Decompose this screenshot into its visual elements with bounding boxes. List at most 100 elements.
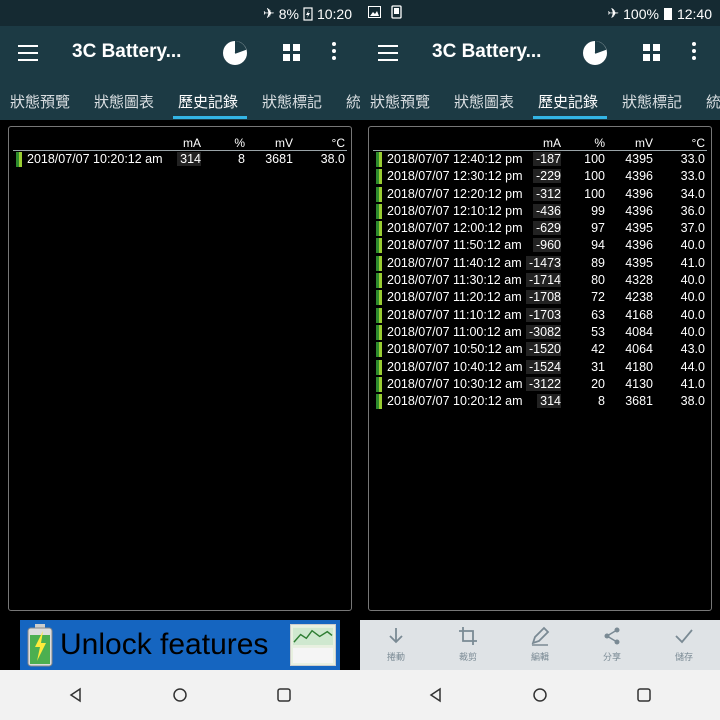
tab-statistics[interactable]: 統 (346, 91, 360, 112)
col-percent: % (594, 136, 605, 150)
tab-status-chart[interactable]: 狀態圖表 (454, 91, 514, 112)
recents-icon[interactable] (276, 687, 292, 703)
airplane-icon: ✈ (607, 5, 620, 21)
row-mv: 4328 (625, 273, 653, 288)
tab-indicator (173, 116, 247, 119)
share-button[interactable]: 分享 (587, 626, 637, 663)
row-mv: 4130 (625, 376, 653, 391)
row-mv: 4395 (625, 255, 653, 270)
tab-status-chart[interactable]: 狀態圖表 (94, 91, 154, 112)
crop-button[interactable]: 裁剪 (443, 626, 493, 663)
row-temp: 40.0 (680, 290, 705, 305)
row-percent: 63 (591, 307, 605, 322)
pie-chart-icon[interactable] (222, 40, 248, 66)
recents-icon[interactable] (636, 687, 652, 703)
home-icon[interactable] (172, 687, 188, 703)
row-ma: -229 (532, 169, 561, 184)
row-percent: 31 (591, 359, 605, 374)
row-marker (376, 290, 382, 306)
crop-icon (459, 627, 477, 645)
row-marker (376, 169, 382, 185)
history-row[interactable]: 2018/07/07 12:20:12 pm -312 100 4396 34.0 (373, 186, 707, 203)
tab-history[interactable]: 歷史記錄 (178, 91, 238, 112)
history-row[interactable]: 2018/07/07 10:20:12 am 314 8 3681 38.0 (373, 393, 707, 410)
row-temp: 38.0 (320, 152, 345, 166)
col-ma: mA (183, 136, 201, 150)
tab-statistics[interactable]: 統 (706, 91, 720, 112)
row-percent: 20 (591, 376, 605, 391)
grid-view-icon[interactable] (643, 44, 661, 62)
ad-banner[interactable]: Unlock features (20, 620, 340, 670)
row-datetime: 2018/07/07 12:00:12 pm (387, 221, 523, 236)
row-ma: -1714 (526, 273, 561, 288)
row-temp: 41.0 (680, 376, 705, 391)
table-header: mA % mV °C (13, 135, 347, 151)
row-datetime: 2018/07/07 11:00:12 am (387, 324, 522, 339)
tab-status-markers[interactable]: 狀態標記 (622, 91, 682, 112)
tab-status-markers[interactable]: 狀態標記 (262, 91, 322, 112)
row-percent: 8 (238, 152, 245, 166)
row-datetime: 2018/07/07 11:50:12 am (387, 238, 522, 253)
row-temp: 37.0 (680, 221, 705, 236)
tab-status-overview[interactable]: 狀態預覽 (370, 91, 430, 112)
edit-button[interactable]: 編輯 (515, 626, 565, 663)
more-options-icon[interactable] (331, 42, 337, 64)
battery-percent: 100% (623, 5, 659, 22)
menu-icon[interactable] (18, 45, 38, 61)
back-icon[interactable] (428, 687, 444, 703)
row-mv: 4396 (625, 169, 653, 184)
row-datetime: 2018/07/07 11:10:12 am (387, 307, 522, 322)
more-options-icon[interactable] (691, 42, 697, 64)
home-icon[interactable] (532, 687, 548, 703)
row-mv: 4396 (625, 203, 653, 218)
airplane-icon: ✈ (262, 5, 275, 21)
col-mv: mV (275, 136, 293, 150)
scroll-capture-button[interactable]: 捲動 (371, 626, 421, 663)
history-row[interactable]: 2018/07/07 10:40:12 am -1524 31 4180 44.0 (373, 359, 707, 376)
phone-icon (391, 5, 402, 19)
row-ma: -629 (532, 221, 561, 236)
tab-status-overview[interactable]: 狀態預覽 (10, 91, 70, 112)
menu-icon[interactable] (378, 45, 398, 61)
history-row[interactable]: 2018/07/07 12:00:12 pm -629 97 4395 37.0 (373, 220, 707, 237)
row-ma: -436 (532, 203, 561, 218)
history-row[interactable]: 2018/07/07 10:30:12 am -3122 20 4130 41.0 (373, 376, 707, 393)
row-ma: -1524 (526, 359, 561, 374)
row-temp: 33.0 (680, 152, 705, 166)
history-row[interactable]: 2018/07/07 11:20:12 am -1708 72 4238 40.0 (373, 289, 707, 306)
tab-bar: 狀態預覽 狀態圖表 歷史記錄 狀態標記 統 (0, 80, 360, 120)
history-row[interactable]: 2018/07/07 11:30:12 am -1714 80 4328 40.0 (373, 272, 707, 289)
system-nav-bar (360, 670, 720, 720)
left-screen: ✈ 8% 10:20 3C Battery... 狀態預覽 狀態圖表 歷史記錄 … (0, 0, 360, 720)
row-percent: 42 (591, 342, 605, 357)
back-icon[interactable] (68, 687, 84, 703)
pie-chart-icon[interactable] (582, 40, 608, 66)
history-row[interactable]: 2018/07/07 12:40:12 pm -187 100 4395 33.0 (373, 151, 707, 168)
history-row[interactable]: 2018/07/07 12:30:12 pm -229 100 4396 33.0 (373, 168, 707, 185)
row-percent: 94 (591, 238, 605, 253)
save-button[interactable]: 儲存 (659, 626, 709, 663)
grid-view-icon[interactable] (283, 44, 301, 62)
check-icon (675, 629, 693, 644)
row-ma: -3122 (526, 376, 561, 391)
history-row[interactable]: 2018/07/07 12:10:12 pm -436 99 4396 36.0 (373, 203, 707, 220)
col-mv: mV (635, 136, 653, 150)
history-panel: mA % mV °C 2018/07/07 10:20:12 am 314 8 368… (8, 126, 352, 611)
status-bar: ✈ 8% 10:20 (0, 0, 360, 26)
col-ma: mA (543, 136, 561, 150)
row-mv: 4168 (625, 307, 653, 322)
row-temp: 34.0 (680, 186, 705, 201)
row-percent: 99 (591, 203, 605, 218)
row-datetime: 2018/07/07 12:30:12 pm (387, 169, 523, 184)
history-row[interactable]: 2018/07/07 11:40:12 am -1473 89 4395 41.0 (373, 255, 707, 272)
history-row[interactable]: 2018/07/07 11:50:12 am -960 94 4396 40.0 (373, 237, 707, 254)
row-percent: 53 (591, 324, 605, 339)
history-row[interactable]: 2018/07/07 10:50:12 am -1520 42 4064 43.0 (373, 341, 707, 358)
row-datetime: 2018/07/07 10:20:12 am (387, 394, 523, 409)
history-row[interactable]: 2018/07/07 11:00:12 am -3082 53 4084 40.0 (373, 324, 707, 341)
history-row[interactable]: 2018/07/07 11:10:12 am -1703 63 4168 40.0 (373, 307, 707, 324)
row-mv: 4084 (625, 324, 653, 339)
history-row[interactable]: 2018/07/07 10:20:12 am 314 8 3681 38.0 (13, 151, 347, 168)
tab-history[interactable]: 歷史記錄 (538, 91, 598, 112)
history-rows: 2018/07/07 10:20:12 am 314 8 3681 38.0 (13, 151, 347, 168)
